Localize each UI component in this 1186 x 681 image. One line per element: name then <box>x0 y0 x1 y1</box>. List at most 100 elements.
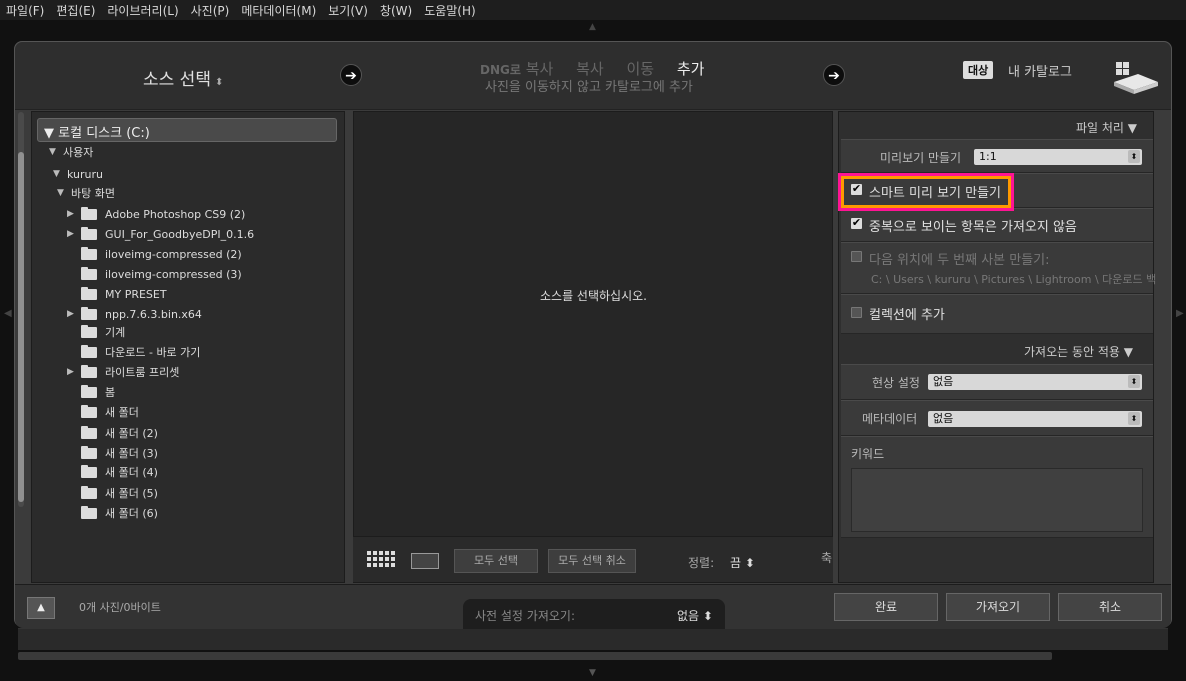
develop-value: 없음 <box>933 375 954 388</box>
apply-during-import-title: 가져오는 동안 적용 <box>1024 345 1120 359</box>
folder-item[interactable]: 새 폴더 (5) <box>67 483 375 503</box>
folder-item[interactable]: ▶ 라이트룸 프리셋 <box>67 362 375 382</box>
folder-icon <box>81 266 97 280</box>
folder-item[interactable]: ▶ Adobe Photoshop CS9 (2) <box>67 204 375 224</box>
menu-metadata[interactable]: 메타데이터(M) <box>241 2 316 19</box>
develop-label: 현상 설정 <box>872 376 920 390</box>
import-header: 소스 선택 ⬍ ➔ DNG로 복사 복사 이동 추가 사진을 이동하지 않고 카탈… <box>15 42 1171 110</box>
folder-icon <box>81 485 97 499</box>
folder-item[interactable]: 새 폴더 <box>67 402 375 422</box>
folder-icon <box>81 425 97 439</box>
folder-item[interactable]: ▶ GUI_For_GoodbyeDPI_0.1.6 <box>67 224 375 244</box>
folder-item[interactable]: MY PRESET <box>67 284 375 304</box>
expand-up-button[interactable]: ▲ <box>27 597 55 619</box>
menu-help[interactable]: 도움말(H) <box>424 2 476 19</box>
menu-edit[interactable]: 편집(E) <box>56 2 95 19</box>
filmstrip-scrollbar[interactable] <box>18 652 1052 660</box>
chevron-updown-icon: ⬍ <box>1128 150 1140 163</box>
folder-label: npp.7.6.3.bin.x64 <box>105 307 202 321</box>
folder-label: 새 폴더 (3) <box>105 447 158 460</box>
hard-drive-icon <box>1114 62 1158 94</box>
folder-icon <box>81 404 97 418</box>
select-source-message: 소스를 선택하십시오. <box>540 289 647 303</box>
arrow-right-icon: ➔ <box>340 64 362 86</box>
second-copy-checkbox[interactable] <box>851 251 862 262</box>
import-preset-select[interactable]: 없음 ⬍ <box>677 607 713 624</box>
collapse-bottom-icon[interactable]: ▼ <box>589 668 596 678</box>
loupe-view-icon[interactable] <box>411 553 439 569</box>
filmstrip-background <box>18 628 1168 650</box>
folder-item[interactable]: 새 폴더 (4) <box>67 462 375 482</box>
chevron-updown-icon: ⬍ <box>1128 375 1140 388</box>
folder-icon <box>81 286 97 300</box>
folder-icon <box>81 445 97 459</box>
folder-label: 기계 <box>105 326 126 339</box>
collapse-top-icon[interactable]: ▲ <box>589 22 596 32</box>
folder-item[interactable]: 다운로드 - 바로 가기 <box>67 342 375 362</box>
collapsed-triangle-icon: ▶ <box>67 309 74 319</box>
file-handling-header[interactable]: 파일 처리 ▼ <box>1076 119 1137 136</box>
second-copy-label: 다음 위치에 두 번째 사본 만들기: <box>869 253 1050 268</box>
collapsed-triangle-icon: ▶ <box>67 367 74 377</box>
mode-dng-prefix[interactable]: DNG로 <box>480 63 521 77</box>
develop-select[interactable]: 없음 ⬍ <box>928 374 1142 390</box>
no-duplicates-checkbox[interactable]: ✔ <box>851 217 862 229</box>
folder-icon <box>81 505 97 519</box>
folder-label: 새 폴더 (4) <box>105 466 158 479</box>
metadata-select[interactable]: 없음 ⬍ <box>928 411 1142 427</box>
keywords-input[interactable] <box>851 468 1143 532</box>
folder-label: 새 폴더 (5) <box>105 487 158 500</box>
photo-count-status: 0개 사진/0바이트 <box>79 601 161 614</box>
tree-desktop[interactable]: ▼ 바탕 화면 <box>57 183 365 203</box>
local-disk-header[interactable]: ▼ 로컬 디스크 (C:) <box>37 118 337 142</box>
add-to-collection-checkbox[interactable] <box>851 307 862 318</box>
sort-select[interactable]: 끔 ⬍ <box>730 554 755 571</box>
deselect-all-button[interactable]: 모두 선택 취소 <box>548 549 636 573</box>
metadata-value: 없음 <box>933 412 954 425</box>
folder-item[interactable]: 봄 <box>67 382 375 402</box>
menu-view[interactable]: 보기(V) <box>328 2 368 19</box>
tree-desktop-label: 바탕 화면 <box>71 187 115 200</box>
menu-window[interactable]: 창(W) <box>380 2 412 19</box>
folder-item[interactable]: 새 폴더 (6) <box>67 503 375 523</box>
folder-item[interactable]: 새 폴더 (3) <box>67 443 375 463</box>
menu-photo[interactable]: 사진(P) <box>191 2 230 19</box>
preview-select[interactable]: 1:1 ⬍ <box>974 149 1142 165</box>
folder-icon <box>81 464 97 478</box>
tree-users[interactable]: ▼ 사용자 <box>49 142 357 162</box>
select-all-button[interactable]: 모두 선택 <box>454 549 538 573</box>
disk-label: 로컬 디스크 (C:) <box>58 126 150 141</box>
collapse-right-icon[interactable]: ▶ <box>1176 308 1184 319</box>
collapse-left-icon[interactable]: ◀ <box>4 308 12 319</box>
expanded-triangle-icon: ▼ <box>49 147 56 157</box>
metadata-label: 메타데이터 <box>862 412 918 426</box>
folder-icon <box>81 226 97 240</box>
folder-label: 새 폴더 (6) <box>105 507 158 520</box>
tree-user[interactable]: ▼ kururu <box>53 164 361 184</box>
menu-library[interactable]: 라이브러리(L) <box>107 2 178 19</box>
folder-label: 라이트룸 프리셋 <box>105 366 180 379</box>
folder-item[interactable]: 새 폴더 (2) <box>67 423 375 443</box>
cancel-button[interactable]: 취소 <box>1058 593 1162 621</box>
done-button[interactable]: 완료 <box>834 593 938 621</box>
source-selector[interactable]: 소스 선택 ⬍ <box>143 65 223 90</box>
folder-item[interactable]: ▶ npp.7.6.3.bin.x64 <box>67 304 375 324</box>
folder-icon <box>81 246 97 260</box>
expanded-triangle-icon: ▼ <box>57 188 64 198</box>
folder-item[interactable]: iloveimg-compressed (3) <box>67 264 375 284</box>
import-button[interactable]: 가져오기 <box>946 593 1050 621</box>
folder-icon <box>81 364 97 378</box>
folder-item[interactable]: 기계 <box>67 322 375 342</box>
grid-view-icon[interactable] <box>367 551 395 571</box>
chevron-updown-icon: ⬍ <box>214 77 224 88</box>
sort-label: 정렬: <box>688 556 715 570</box>
expanded-triangle-icon: ▼ <box>53 169 60 179</box>
apply-during-import-header[interactable]: 가져오는 동안 적용 ▼ <box>1024 343 1133 360</box>
preview-label: 미리보기 만들기 <box>880 151 962 165</box>
folder-item[interactable]: iloveimg-compressed (2) <box>67 244 375 264</box>
menu-file[interactable]: 파일(F) <box>6 2 44 19</box>
arrow-right-icon: ➔ <box>823 64 845 86</box>
collapsed-triangle-icon: ▶ <box>67 229 74 239</box>
folder-label: 새 폴더 (2) <box>105 427 158 440</box>
source-scrollbar-thumb[interactable] <box>18 152 24 502</box>
